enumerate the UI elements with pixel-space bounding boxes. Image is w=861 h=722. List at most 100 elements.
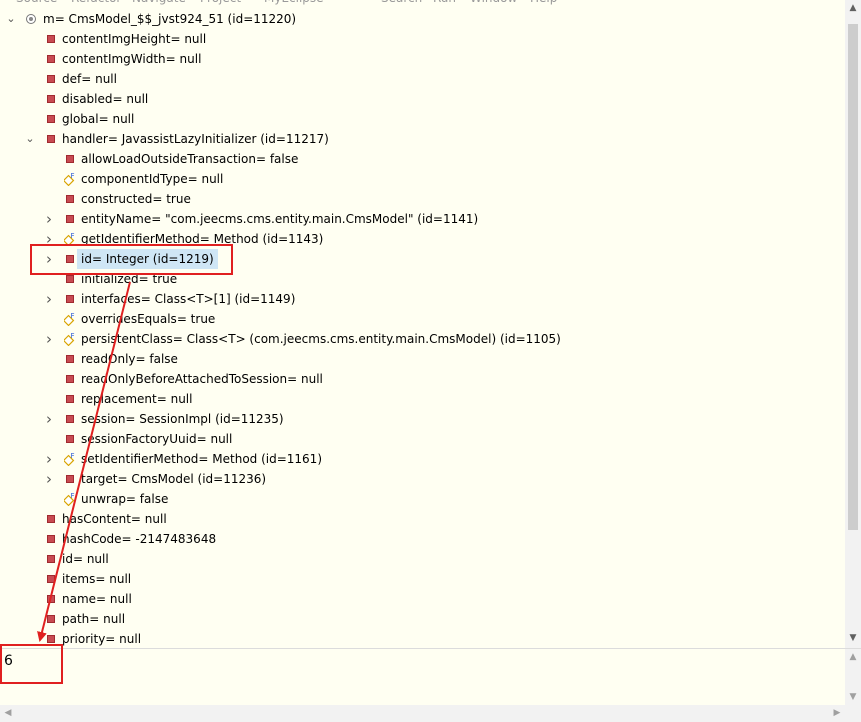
field-icon — [66, 215, 74, 223]
detail-pane[interactable]: 6 — [0, 649, 845, 705]
tree-row[interactable]: ⌄ handler= JavassistLazyInitializer (id=1… — [0, 129, 845, 149]
tree-row[interactable]: constructed= true — [0, 189, 845, 209]
expand-chevron-icon[interactable]: › — [43, 229, 55, 249]
expand-chevron-icon[interactable]: › — [43, 289, 55, 309]
detail-scroll-down-arrow-icon[interactable]: ▼ — [845, 689, 861, 705]
tree-row-label: getIdentifierMethod= Method (id=1143) — [81, 232, 324, 246]
tree-row[interactable]: contentImgWidth= null — [0, 49, 845, 69]
tree-row[interactable]: disabled= null — [0, 89, 845, 109]
tree-row[interactable]: › id= Integer (id=1219) — [0, 249, 845, 269]
tree-row[interactable]: › FsetIdentifierMethod= Method (id=1161) — [0, 449, 845, 469]
tree-row[interactable]: path= null — [0, 609, 845, 629]
collapse-chevron-icon[interactable]: ⌄ — [5, 9, 17, 29]
field-icon — [47, 555, 55, 563]
tree-row[interactable]: › entityName= "com.jeecms.cms.entity.main… — [0, 209, 845, 229]
field-icon — [47, 35, 55, 43]
tree-row-label: path= null — [62, 612, 126, 626]
scrollbar-thumb[interactable] — [848, 24, 858, 530]
tree-row[interactable]: › target= CmsModel (id=11236) — [0, 469, 845, 489]
menu-item-refactor[interactable]: Refactor — [71, 0, 121, 5]
menu-item-help[interactable]: Help — [530, 0, 557, 5]
field-icon — [47, 135, 55, 143]
scroll-right-arrow-icon[interactable]: ▶ — [829, 705, 845, 721]
tree-row[interactable]: replacement= null — [0, 389, 845, 409]
detail-value: 6 — [4, 653, 13, 669]
tree-row-label: contentImgHeight= null — [62, 32, 207, 46]
tree-row-label: items= null — [62, 572, 132, 586]
tree-row[interactable]: allowLoadOutsideTransaction= false — [0, 149, 845, 169]
field-icon — [66, 435, 74, 443]
field-icon — [47, 635, 55, 643]
svg-text:F: F — [71, 452, 75, 460]
tree-row[interactable]: ⌄ m= CmsModel_$$_jvst924_51 (id=11220) — [0, 9, 845, 29]
collapse-chevron-icon[interactable]: ⌄ — [24, 129, 36, 149]
tree-row[interactable]: global= null — [0, 109, 845, 129]
scroll-up-arrow-icon[interactable]: ▲ — [845, 0, 861, 16]
detail-vertical-scrollbar[interactable]: ▲ ▼ — [845, 649, 861, 705]
tree-row[interactable]: Funwrap= false — [0, 489, 845, 509]
tree-row[interactable]: contentImgHeight= null — [0, 29, 845, 49]
scroll-down-arrow-icon[interactable]: ▼ — [845, 630, 861, 646]
tree-row[interactable]: name= null — [0, 589, 845, 609]
tree-row[interactable]: id= null — [0, 549, 845, 569]
tree-row[interactable]: initialized= true — [0, 269, 845, 289]
scroll-left-arrow-icon[interactable]: ◀ — [0, 705, 16, 721]
menu-item-source[interactable]: Source — [16, 0, 57, 5]
menu-item-window[interactable]: Window — [470, 0, 517, 5]
menu-item-run[interactable]: Run — [433, 0, 456, 5]
tree-row[interactable]: priority= null — [0, 629, 845, 649]
tree-row-label: hasContent= null — [62, 512, 167, 526]
expand-chevron-icon[interactable]: › — [43, 329, 55, 349]
expand-chevron-icon[interactable]: › — [43, 409, 55, 429]
variables-tree[interactable]: ⌄ m= CmsModel_$$_jvst924_51 (id=11220) con… — [0, 9, 845, 649]
tree-row[interactable]: hashCode= -2147483648 — [0, 529, 845, 549]
svg-text:F: F — [71, 312, 75, 320]
menu-item-myeclipse[interactable]: MyEclipse — [264, 0, 324, 5]
tree-row-label: allowLoadOutsideTransaction= false — [81, 152, 299, 166]
tree-row-label: handler= JavassistLazyInitializer (id=11… — [62, 132, 329, 146]
tree-row[interactable]: FcomponentIdType= null — [0, 169, 845, 189]
tree-row[interactable]: items= null — [0, 569, 845, 589]
menu-item-navigate[interactable]: Navigate — [132, 0, 186, 5]
field-icon — [47, 595, 55, 603]
expand-chevron-icon[interactable]: › — [43, 449, 55, 469]
tree-row-label: priority= null — [62, 632, 142, 646]
tree-row[interactable]: def= null — [0, 69, 845, 89]
menu-item-search[interactable]: Search — [381, 0, 422, 5]
field-icon — [66, 415, 74, 423]
tree-row-label: target= CmsModel (id=11236) — [81, 472, 267, 486]
expand-chevron-icon[interactable]: › — [43, 209, 55, 229]
expand-chevron-icon[interactable]: › — [43, 249, 55, 269]
tree-row-label: initialized= true — [81, 272, 178, 286]
tree-row[interactable]: readOnlyBeforeAttachedToSession= null — [0, 369, 845, 389]
final-field-icon: F — [62, 332, 75, 347]
menu-item-project[interactable]: Project — [200, 0, 241, 5]
field-icon — [66, 395, 74, 403]
expand-chevron-icon[interactable]: › — [43, 469, 55, 489]
detail-scroll-up-arrow-icon[interactable]: ▲ — [845, 649, 861, 665]
tree-row-label: persistentClass= Class<T> (com.jeecms.cm… — [81, 332, 561, 346]
tree-row[interactable]: readOnly= false — [0, 349, 845, 369]
tree-row-label: readOnly= false — [81, 352, 178, 366]
final-field-icon: F — [62, 232, 75, 247]
field-icon — [47, 55, 55, 63]
tree-row[interactable]: › FpersistentClass= Class<T> (com.jeecms.… — [0, 329, 845, 349]
svg-text:F: F — [71, 492, 75, 500]
tree-row[interactable]: hasContent= null — [0, 509, 845, 529]
field-icon — [47, 615, 55, 623]
tree-row[interactable]: › session= SessionImpl (id=11235) — [0, 409, 845, 429]
field-icon — [47, 115, 55, 123]
tree-vertical-scrollbar[interactable]: ▲ ▼ — [845, 0, 861, 648]
field-icon — [47, 515, 55, 523]
tree-row-label: interfaces= Class<T>[1] (id=1149) — [81, 292, 296, 306]
tree-row[interactable]: › interfaces= Class<T>[1] (id=1149) — [0, 289, 845, 309]
svg-text:F: F — [71, 332, 75, 340]
final-field-icon: F — [62, 492, 75, 507]
svg-text:F: F — [71, 232, 75, 240]
horizontal-scrollbar[interactable]: ◀ ▶ — [0, 705, 861, 722]
field-icon — [66, 275, 74, 283]
tree-row[interactable]: FoverridesEquals= true — [0, 309, 845, 329]
tree-row[interactable]: › FgetIdentifierMethod= Method (id=1143) — [0, 229, 845, 249]
final-field-icon: F — [62, 312, 75, 327]
tree-row[interactable]: sessionFactoryUuid= null — [0, 429, 845, 449]
